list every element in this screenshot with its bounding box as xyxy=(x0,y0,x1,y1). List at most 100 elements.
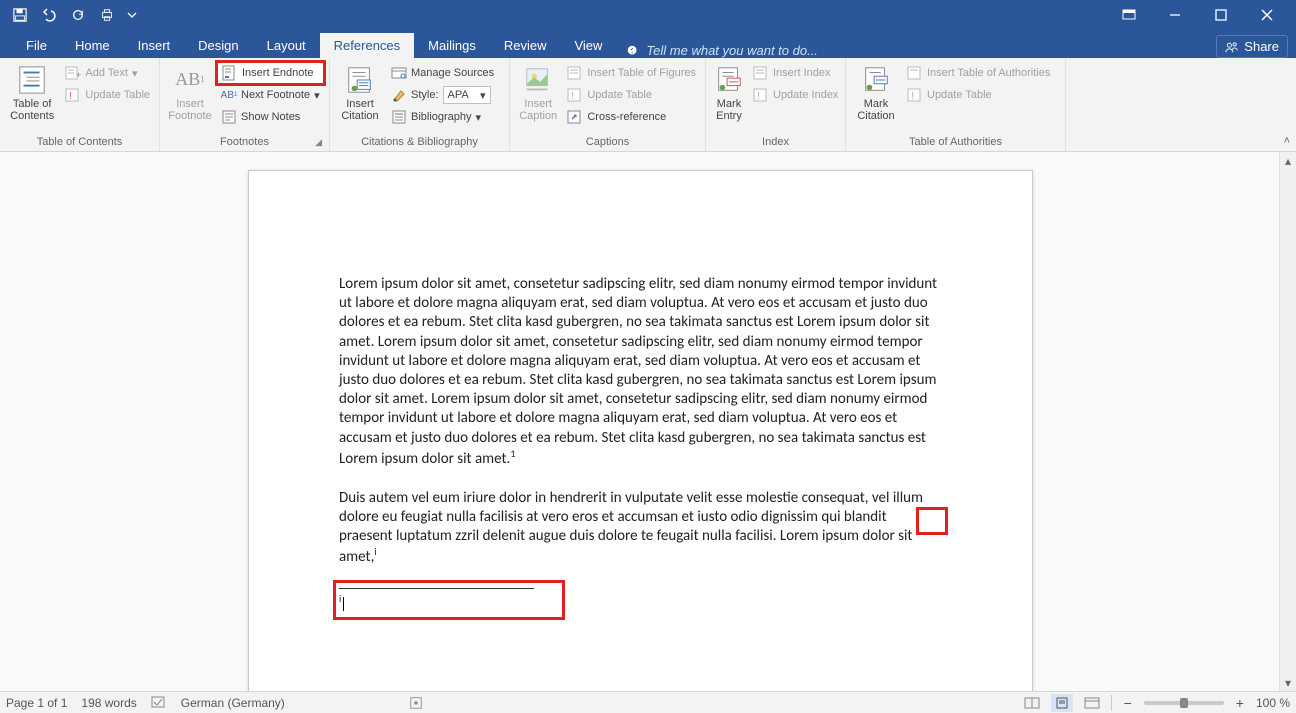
tof-label: Insert Table of Figures xyxy=(587,67,696,79)
vertical-scrollbar[interactable]: ▴ ▾ xyxy=(1279,152,1296,691)
add-text-button[interactable]: + Add Text ▾ xyxy=(61,62,154,84)
paragraph-2[interactable]: Duis autem vel eum iriure dolor in hendr… xyxy=(339,489,942,568)
collapse-ribbon-icon[interactable]: ˄ xyxy=(1284,135,1290,147)
update-tof-icon: ! xyxy=(567,87,583,103)
endnote-ref-i[interactable]: i xyxy=(374,545,376,558)
tell-me-search[interactable]: Tell me what you want to do... xyxy=(626,43,818,58)
mark-entry-icon xyxy=(713,64,745,96)
scroll-up-icon[interactable]: ▴ xyxy=(1280,152,1296,169)
insert-citation-label: Insert Citation xyxy=(341,98,378,122)
tab-mailings[interactable]: Mailings xyxy=(414,33,490,58)
cross-reference-button[interactable]: Cross-reference xyxy=(563,106,700,128)
group-captions-label: Captions xyxy=(515,134,700,151)
toc-icon xyxy=(16,64,48,96)
bibliography-label: Bibliography xyxy=(411,111,472,123)
zoom-in-icon[interactable]: + xyxy=(1232,695,1248,711)
update-toc-icon: ! xyxy=(65,87,81,103)
save-icon[interactable] xyxy=(10,5,30,25)
tab-design[interactable]: Design xyxy=(184,33,252,58)
read-mode-icon[interactable] xyxy=(1021,694,1043,712)
table-of-contents-button[interactable]: Table of Contents xyxy=(5,62,59,124)
status-page[interactable]: Page 1 of 1 xyxy=(6,696,67,710)
zoom-slider[interactable] xyxy=(1144,701,1224,705)
tof-icon xyxy=(567,65,583,81)
update-toa-icon: ! xyxy=(907,87,923,103)
dropdown-icon: ▾ xyxy=(132,67,138,80)
zoom-out-icon[interactable]: − xyxy=(1120,695,1136,711)
minimize-icon[interactable] xyxy=(1152,0,1198,30)
update-toa-button[interactable]: ! Update Table xyxy=(903,84,1054,106)
mark-entry-button[interactable]: Mark Entry xyxy=(711,62,747,124)
manage-sources-button[interactable]: Manage Sources xyxy=(387,62,498,84)
tab-references[interactable]: References xyxy=(320,33,414,58)
maximize-icon[interactable] xyxy=(1198,0,1244,30)
qat-customize-icon[interactable] xyxy=(126,5,138,25)
insert-caption-button[interactable]: Insert Caption xyxy=(515,62,561,124)
highlight-endnote-area xyxy=(333,580,565,620)
next-footnote-button[interactable]: AB1 Next Footnote ▾ xyxy=(217,84,324,106)
close-icon[interactable] xyxy=(1244,0,1290,30)
insert-endnote-label: Insert Endnote xyxy=(242,67,314,79)
bibliography-button[interactable]: Bibliography ▾ xyxy=(387,106,498,128)
insert-toa-label: Insert Table of Authorities xyxy=(927,67,1050,79)
show-notes-button[interactable]: Show Notes xyxy=(217,106,324,128)
caption-label: Insert Caption xyxy=(519,98,557,122)
tab-insert[interactable]: Insert xyxy=(124,33,185,58)
print-layout-icon[interactable] xyxy=(1051,694,1073,712)
insert-endnote-button[interactable]: Insert Endnote xyxy=(217,62,324,84)
tab-home[interactable]: Home xyxy=(61,33,124,58)
insert-toa-button[interactable]: Insert Table of Authorities xyxy=(903,62,1054,84)
dropdown-icon: ▾ xyxy=(314,89,320,102)
mark-citation-button[interactable]: Mark Citation xyxy=(851,62,901,124)
undo-icon[interactable] xyxy=(39,5,59,25)
citation-icon xyxy=(344,64,376,96)
insert-citation-button[interactable]: Insert Citation xyxy=(335,62,385,124)
web-layout-icon[interactable] xyxy=(1081,694,1103,712)
ribbon-display-icon[interactable] xyxy=(1106,0,1152,30)
style-select[interactable]: APA▾ xyxy=(443,86,491,104)
page[interactable]: Lorem ipsum dolor sit amet, consetetur s… xyxy=(248,170,1033,691)
tab-layout[interactable]: Layout xyxy=(253,33,320,58)
tab-review[interactable]: Review xyxy=(490,33,561,58)
tab-file[interactable]: File xyxy=(12,33,61,58)
style-label: Style: xyxy=(411,89,439,101)
insert-endnote-icon xyxy=(222,65,238,81)
update-toc-button[interactable]: ! Update Table xyxy=(61,84,154,106)
share-button[interactable]: Share xyxy=(1216,35,1288,58)
scroll-down-icon[interactable]: ▾ xyxy=(1280,674,1296,691)
svg-text:!: ! xyxy=(757,91,760,102)
next-footnote-label: Next Footnote xyxy=(241,89,310,101)
redo-icon[interactable] xyxy=(68,5,88,25)
update-index-button[interactable]: ! Update Index xyxy=(749,84,842,106)
insert-index-label: Insert Index xyxy=(773,67,830,79)
crossref-icon xyxy=(567,109,583,125)
toc-label: Table of Contents xyxy=(10,98,54,122)
group-toa-label: Table of Authorities xyxy=(851,134,1060,151)
group-index-label: Index xyxy=(711,134,840,151)
insert-footnote-button[interactable]: AB1 Insert Footnote xyxy=(165,62,215,124)
update-toc-label: Update Table xyxy=(85,89,150,101)
spellcheck-icon[interactable] xyxy=(151,696,167,710)
macro-icon[interactable] xyxy=(409,696,423,710)
insert-toa-icon xyxy=(907,65,923,81)
svg-text:!: ! xyxy=(69,91,72,102)
insert-tof-button[interactable]: Insert Table of Figures xyxy=(563,62,700,84)
status-language[interactable]: German (Germany) xyxy=(181,696,285,710)
status-words[interactable]: 198 words xyxy=(81,696,136,710)
insert-index-button[interactable]: Insert Index xyxy=(749,62,842,84)
zoom-level[interactable]: 100 % xyxy=(1256,696,1290,710)
dialog-launcher-icon[interactable]: ◢ xyxy=(315,137,322,148)
show-notes-icon xyxy=(221,109,237,125)
group-citations-label: Citations & Bibliography xyxy=(335,134,504,151)
svg-text:+: + xyxy=(76,70,81,80)
share-label: Share xyxy=(1244,39,1279,54)
footnote-ref-1[interactable]: 1 xyxy=(510,447,515,460)
citation-style-button[interactable]: Style: APA▾ xyxy=(387,84,498,106)
next-footnote-icon: AB1 xyxy=(221,87,237,103)
paragraph-1[interactable]: Lorem ipsum dolor sit amet, consetetur s… xyxy=(339,275,942,469)
quick-print-icon[interactable] xyxy=(97,5,117,25)
bibliography-icon xyxy=(391,109,407,125)
tab-view[interactable]: View xyxy=(560,33,616,58)
document-area[interactable]: Lorem ipsum dolor sit amet, consetetur s… xyxy=(0,152,1279,691)
update-tof-button[interactable]: ! Update Table xyxy=(563,84,700,106)
